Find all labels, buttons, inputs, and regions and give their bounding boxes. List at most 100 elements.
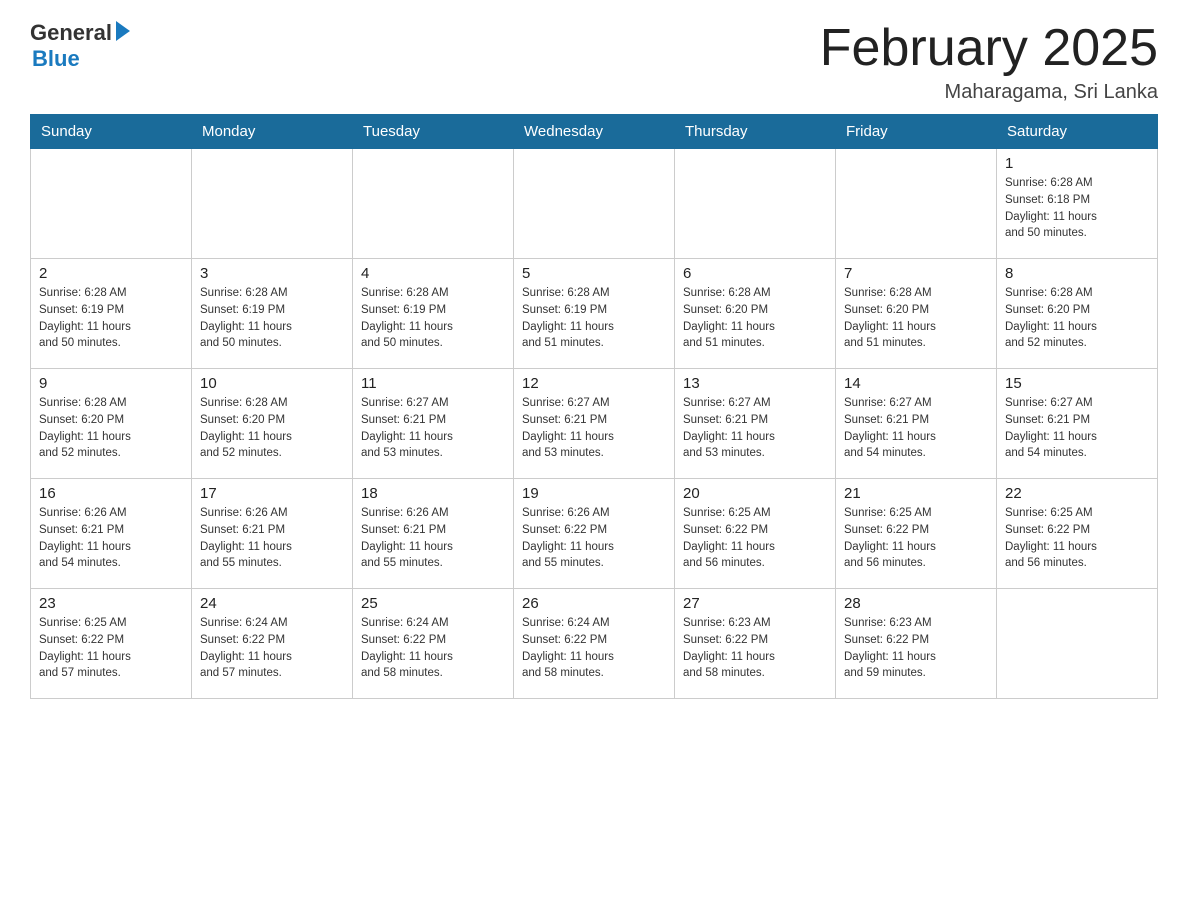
calendar-cell: 10 Sunrise: 6:28 AM Sunset: 6:20 PM Dayli… [192,369,353,479]
day-info: Sunrise: 6:23 AM Sunset: 6:22 PM Dayligh… [683,615,827,682]
logo: General Blue [30,20,130,72]
calendar-cell: 9Sunrise: 6:28 AM Sunset: 6:20 PM Daylig… [31,369,192,479]
calendar-cell: 14 Sunrise: 6:27 AM Sunset: 6:21 PM Dayli… [836,369,997,479]
day-number: 25 [361,595,505,612]
day-number: 9 [39,375,183,392]
day-info: Sunrise: 6:24 AM Sunset: 6:22 PM Dayligh… [200,615,344,682]
calendar-cell [514,149,675,259]
day-number: 6 [683,265,827,282]
calendar-cell [31,149,192,259]
day-number: 11 [361,375,505,392]
day-info: Sunrise: 6:28 AM Sunset: 6:20 PM Dayligh… [844,285,988,352]
day-number: 15 [1005,375,1149,392]
day-info: Sunrise: 6:28 AM Sunset: 6:18 PM Dayligh… [1005,175,1149,242]
col-wednesday: Wednesday [514,115,675,149]
day-number: 5 [522,265,666,282]
calendar-cell: 11 Sunrise: 6:27 AM Sunset: 6:21 PM Dayli… [353,369,514,479]
day-info: Sunrise: 6:28 AM Sunset: 6:19 PM Dayligh… [361,285,505,352]
calendar-week-4: 16 Sunrise: 6:26 AM Sunset: 6:21 PM Dayli… [31,479,1158,589]
calendar-cell: 15 Sunrise: 6:27 AM Sunset: 6:21 PM Dayli… [997,369,1158,479]
calendar-cell: 22 Sunrise: 6:25 AM Sunset: 6:22 PM Dayli… [997,479,1158,589]
day-info: Sunrise: 6:26 AM Sunset: 6:21 PM Dayligh… [200,505,344,572]
day-number: 16 [39,485,183,502]
calendar-body: 1 Sunrise: 6:28 AM Sunset: 6:18 PM Daylig… [31,149,1158,699]
location-subtitle: Maharagama, Sri Lanka [820,81,1158,104]
day-info: Sunrise: 6:25 AM Sunset: 6:22 PM Dayligh… [1005,505,1149,572]
calendar-cell: 17 Sunrise: 6:26 AM Sunset: 6:21 PM Dayli… [192,479,353,589]
day-number: 3 [200,265,344,282]
day-info: Sunrise: 6:28 AM Sunset: 6:19 PM Dayligh… [522,285,666,352]
calendar-cell: 3 Sunrise: 6:28 AM Sunset: 6:19 PM Daylig… [192,259,353,369]
day-number: 19 [522,485,666,502]
day-number: 24 [200,595,344,612]
day-info: Sunrise: 6:25 AM Sunset: 6:22 PM Dayligh… [683,505,827,572]
col-monday: Monday [192,115,353,149]
calendar-cell: 5 Sunrise: 6:28 AM Sunset: 6:19 PM Daylig… [514,259,675,369]
day-info: Sunrise: 6:28 AM Sunset: 6:20 PM Dayligh… [200,395,344,462]
day-number: 1 [1005,155,1149,172]
calendar-cell: 2 Sunrise: 6:28 AM Sunset: 6:19 PM Daylig… [31,259,192,369]
day-info: Sunrise: 6:27 AM Sunset: 6:21 PM Dayligh… [1005,395,1149,462]
day-info: Sunrise: 6:28 AM Sunset: 6:19 PM Dayligh… [200,285,344,352]
calendar-week-2: 2 Sunrise: 6:28 AM Sunset: 6:19 PM Daylig… [31,259,1158,369]
day-number: 20 [683,485,827,502]
day-number: 21 [844,485,988,502]
calendar-cell: 6 Sunrise: 6:28 AM Sunset: 6:20 PM Daylig… [675,259,836,369]
day-number: 7 [844,265,988,282]
day-info: Sunrise: 6:28 AM Sunset: 6:19 PM Dayligh… [39,285,183,352]
day-number: 22 [1005,485,1149,502]
day-number: 14 [844,375,988,392]
calendar-cell: 28 Sunrise: 6:23 AM Sunset: 6:22 PM Dayli… [836,589,997,699]
calendar-week-5: 23Sunrise: 6:25 AM Sunset: 6:22 PM Dayli… [31,589,1158,699]
calendar-cell: 23Sunrise: 6:25 AM Sunset: 6:22 PM Dayli… [31,589,192,699]
calendar-cell [353,149,514,259]
logo-arrow-icon [116,21,130,41]
calendar-cell: 25Sunrise: 6:24 AM Sunset: 6:22 PM Dayli… [353,589,514,699]
day-number: 13 [683,375,827,392]
day-info: Sunrise: 6:28 AM Sunset: 6:20 PM Dayligh… [683,285,827,352]
day-number: 27 [683,595,827,612]
day-info: Sunrise: 6:25 AM Sunset: 6:22 PM Dayligh… [844,505,988,572]
day-number: 28 [844,595,988,612]
day-info: Sunrise: 6:26 AM Sunset: 6:21 PM Dayligh… [39,505,183,572]
calendar-header: Sunday Monday Tuesday Wednesday Thursday… [31,115,1158,149]
logo-blue-text: Blue [32,46,80,72]
day-number: 23 [39,595,183,612]
day-info: Sunrise: 6:27 AM Sunset: 6:21 PM Dayligh… [361,395,505,462]
calendar-cell [997,589,1158,699]
day-number: 12 [522,375,666,392]
day-number: 8 [1005,265,1149,282]
calendar-cell: 27 Sunrise: 6:23 AM Sunset: 6:22 PM Dayli… [675,589,836,699]
day-number: 2 [39,265,183,282]
calendar-cell: 16 Sunrise: 6:26 AM Sunset: 6:21 PM Dayli… [31,479,192,589]
calendar-cell: 21 Sunrise: 6:25 AM Sunset: 6:22 PM Dayli… [836,479,997,589]
calendar-cell: 8 Sunrise: 6:28 AM Sunset: 6:20 PM Daylig… [997,259,1158,369]
col-tuesday: Tuesday [353,115,514,149]
calendar-cell: 19Sunrise: 6:26 AM Sunset: 6:22 PM Dayli… [514,479,675,589]
day-number: 4 [361,265,505,282]
calendar-cell [836,149,997,259]
day-info: Sunrise: 6:23 AM Sunset: 6:22 PM Dayligh… [844,615,988,682]
logo-general-text: General [30,20,112,46]
day-number: 17 [200,485,344,502]
calendar-cell: 12 Sunrise: 6:27 AM Sunset: 6:21 PM Dayli… [514,369,675,479]
day-info: Sunrise: 6:24 AM Sunset: 6:22 PM Dayligh… [522,615,666,682]
day-info: Sunrise: 6:27 AM Sunset: 6:21 PM Dayligh… [683,395,827,462]
day-number: 26 [522,595,666,612]
title-block: February 2025 Maharagama, Sri Lanka [820,20,1158,104]
day-info: Sunrise: 6:26 AM Sunset: 6:21 PM Dayligh… [361,505,505,572]
day-info: Sunrise: 6:27 AM Sunset: 6:21 PM Dayligh… [844,395,988,462]
calendar-cell: 24 Sunrise: 6:24 AM Sunset: 6:22 PM Dayli… [192,589,353,699]
calendar-table: Sunday Monday Tuesday Wednesday Thursday… [30,114,1158,699]
calendar-cell: 13 Sunrise: 6:27 AM Sunset: 6:21 PM Dayli… [675,369,836,479]
day-info: Sunrise: 6:27 AM Sunset: 6:21 PM Dayligh… [522,395,666,462]
page-header: General Blue February 2025 Maharagama, S… [30,20,1158,104]
day-number: 10 [200,375,344,392]
calendar-cell: 4 Sunrise: 6:28 AM Sunset: 6:19 PM Daylig… [353,259,514,369]
calendar-cell: 18Sunrise: 6:26 AM Sunset: 6:21 PM Dayli… [353,479,514,589]
col-saturday: Saturday [997,115,1158,149]
day-info: Sunrise: 6:28 AM Sunset: 6:20 PM Dayligh… [1005,285,1149,352]
calendar-cell [192,149,353,259]
calendar-week-1: 1 Sunrise: 6:28 AM Sunset: 6:18 PM Daylig… [31,149,1158,259]
header-row: Sunday Monday Tuesday Wednesday Thursday… [31,115,1158,149]
